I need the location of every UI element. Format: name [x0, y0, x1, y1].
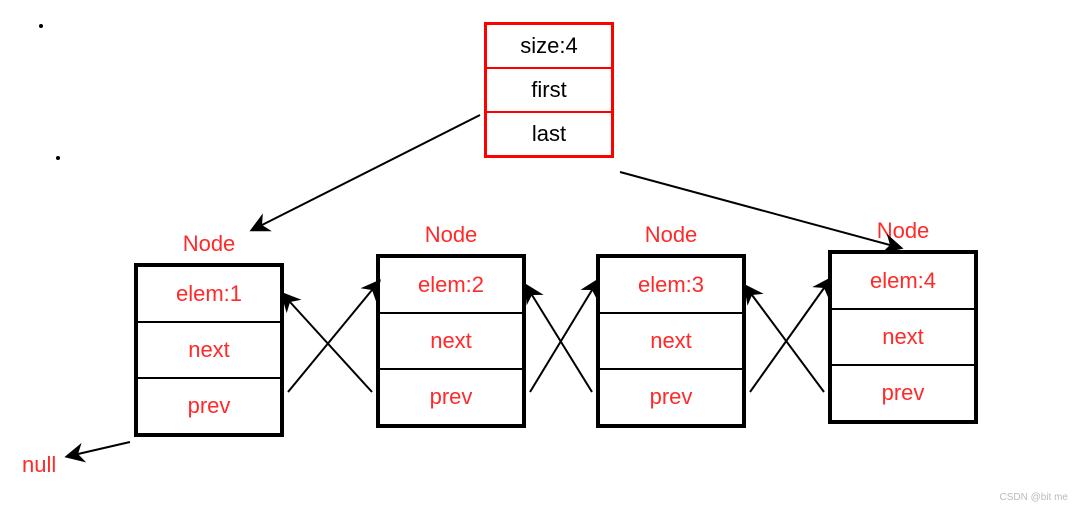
node-box: elem:1 next prev	[134, 263, 284, 437]
node-box: elem:2 next prev	[376, 254, 526, 428]
prev-cell: prev	[831, 365, 975, 421]
node-4: Node elem:4 next prev	[828, 218, 978, 424]
decorative-dot	[39, 24, 43, 28]
decorative-dot	[56, 156, 60, 160]
node-title: Node	[376, 222, 526, 248]
size-cell: size:4	[486, 24, 612, 68]
node-title: Node	[596, 222, 746, 248]
node-title: Node	[828, 218, 978, 244]
elem-cell: elem:2	[379, 257, 523, 313]
node-title: Node	[134, 231, 284, 257]
list-header-box: size:4 first last	[484, 22, 614, 158]
node-2: Node elem:2 next prev	[376, 222, 526, 428]
first-cell: first	[486, 68, 612, 112]
node-3: Node elem:3 next prev	[596, 222, 746, 428]
next-cell: next	[599, 313, 743, 369]
prev-cell: prev	[379, 369, 523, 425]
elem-cell: elem:3	[599, 257, 743, 313]
last-cell: last	[486, 112, 612, 156]
node-box: elem:4 next prev	[828, 250, 978, 424]
elem-cell: elem:4	[831, 253, 975, 309]
node-1: Node elem:1 next prev	[134, 231, 284, 437]
prev-cell: prev	[137, 378, 281, 434]
elem-cell: elem:1	[137, 266, 281, 322]
prev-cell: prev	[599, 369, 743, 425]
null-label: null	[22, 452, 56, 478]
next-cell: next	[137, 322, 281, 378]
node-box: elem:3 next prev	[596, 254, 746, 428]
next-cell: next	[831, 309, 975, 365]
next-cell: next	[379, 313, 523, 369]
watermark: CSDN @bit me	[1000, 492, 1069, 503]
